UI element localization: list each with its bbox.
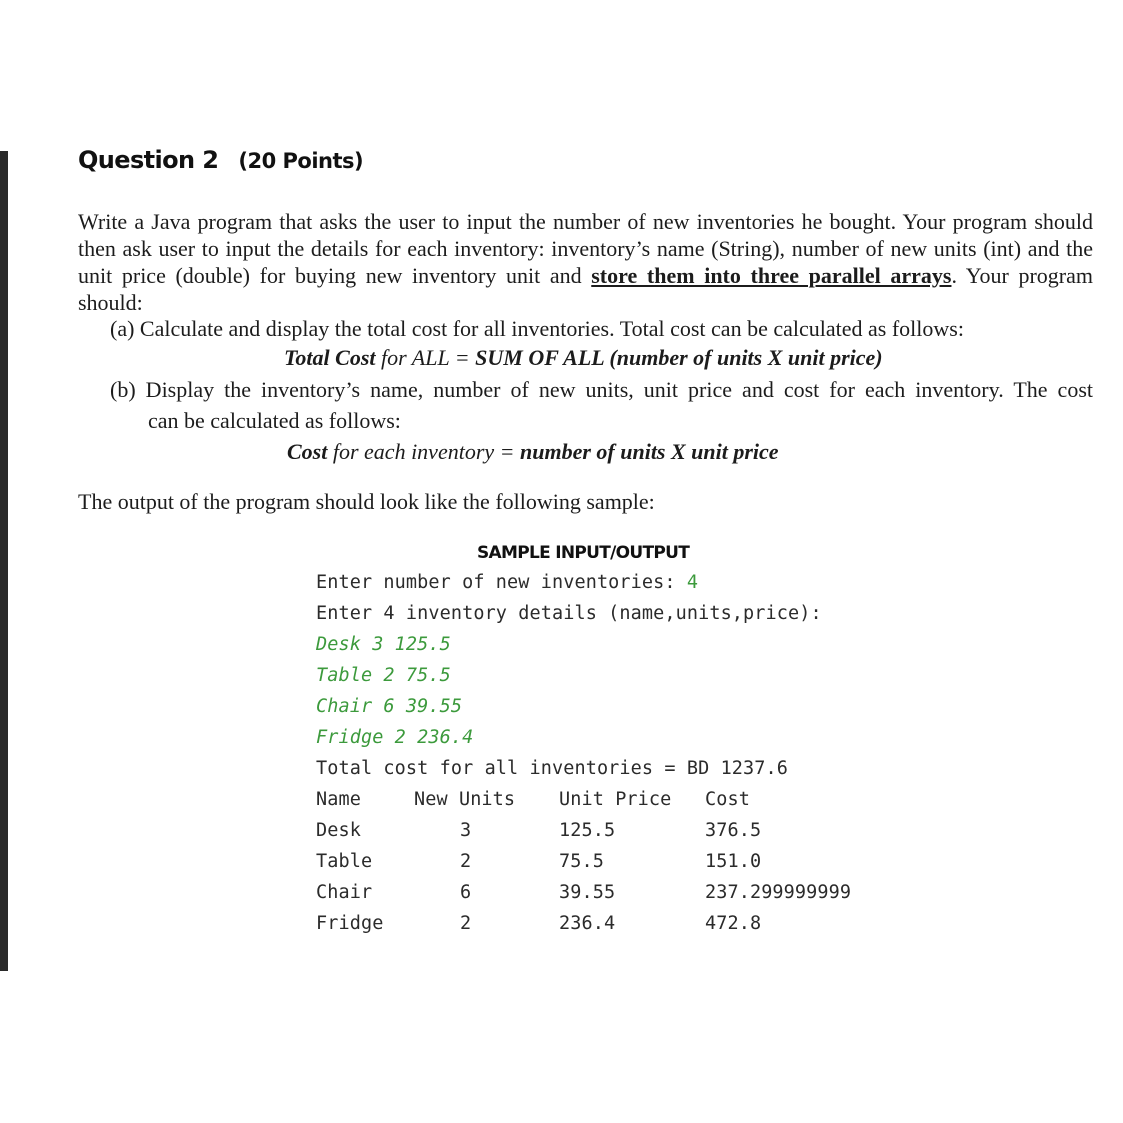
header-cost: Cost [705,789,750,810]
formula-total-cost: Total Cost for ALL = SUM OF ALL (number … [284,345,883,371]
question-points: (20 Points) [238,149,364,173]
question-number: Question 2 [78,146,219,174]
formula-connector: for each inventory = [327,439,520,464]
cell-units: 6 [460,882,472,903]
cell-price: 125.5 [559,820,616,841]
question-intro: Write a Java program that asks the user … [78,208,1093,316]
sample-intro: The output of the program should look li… [78,489,655,514]
user-input-count: 4 [686,572,699,593]
formula-expression: number of units X unit price [520,439,779,464]
cell-cost: 151.0 [705,851,762,872]
formula-term: Cost [287,439,328,464]
cell-name: Desk [316,820,361,841]
header-price: Unit Price [559,789,672,810]
header-units: New Units [414,789,516,810]
user-input-line: Desk 3 125.5 [316,634,451,655]
cell-price: 75.5 [559,851,604,872]
cell-units: 2 [460,851,472,872]
formula-expression: SUM OF ALL (number of units X unit price… [475,345,883,370]
page-edge-bar [0,151,8,971]
cell-units: 3 [460,820,472,841]
question-title: Question 2 (20 Points) [78,146,364,174]
formula-term: Total Cost [284,345,376,370]
item-b: (b) Display the inventory’s name, number… [110,377,1093,402]
cell-cost: 237.299999999 [705,882,852,903]
sample-title: SAMPLE INPUT/OUTPUT [477,543,690,563]
console-total-line: Total cost for all inventories = BD 1237… [316,758,788,779]
user-input-line: Table 2 75.5 [316,665,451,686]
cell-name: Chair [316,882,373,903]
cell-cost: 472.8 [705,913,762,934]
item-b-continued: can be calculated as follows: [148,408,401,433]
header-name: Name [316,789,361,810]
item-a: (a) Calculate and display the total cost… [110,316,964,341]
cell-price: 39.55 [559,882,616,903]
user-input-line: Chair 6 39.55 [316,696,463,717]
console-prompt-count: Enter number of new inventories: 4 [316,572,698,593]
formula-each-cost: Cost for each inventory = number of unit… [287,439,779,465]
cell-name: Fridge [316,913,384,934]
prompt-text: Enter number of new inventories: [316,572,687,593]
cell-name: Table [316,851,373,872]
formula-connector: for ALL = [375,345,476,370]
console-prompt-details: Enter 4 inventory details (name,units,pr… [316,603,822,624]
intro-emphasis: store them into three parallel arrays [591,263,952,288]
cell-cost: 376.5 [705,820,762,841]
cell-price: 236.4 [559,913,616,934]
cell-units: 2 [460,913,472,934]
user-input-line: Fridge 2 236.4 [316,727,474,748]
